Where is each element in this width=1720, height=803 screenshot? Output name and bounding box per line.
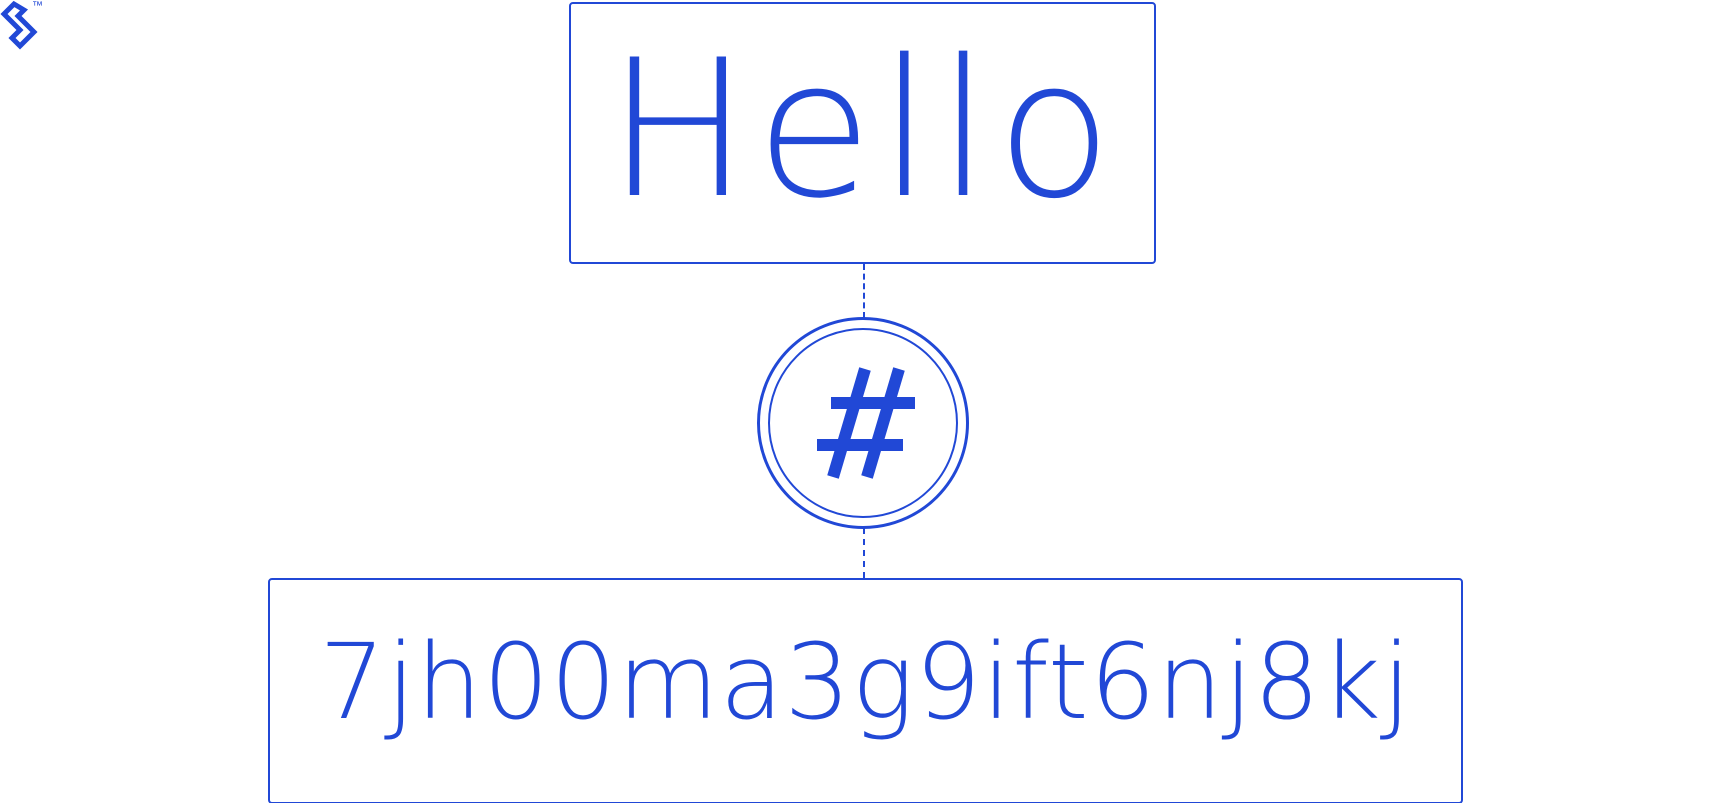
connector-hash-to-output xyxy=(863,528,865,578)
toptal-logo-icon xyxy=(0,0,38,50)
trademark-symbol: ™ xyxy=(32,0,43,12)
hash-icon xyxy=(817,367,915,479)
output-hash-text: 7jh00ma3g9ift6nj8kj xyxy=(319,621,1412,743)
connector-input-to-hash xyxy=(863,264,865,318)
input-text: Hello xyxy=(606,19,1119,240)
output-box: 7jh00ma3g9ift6nj8kj xyxy=(268,578,1463,803)
hash-diagram: ™ Hello 7jh00ma3g9ift6nj8kj xyxy=(0,0,1720,803)
input-box: Hello xyxy=(569,2,1156,264)
